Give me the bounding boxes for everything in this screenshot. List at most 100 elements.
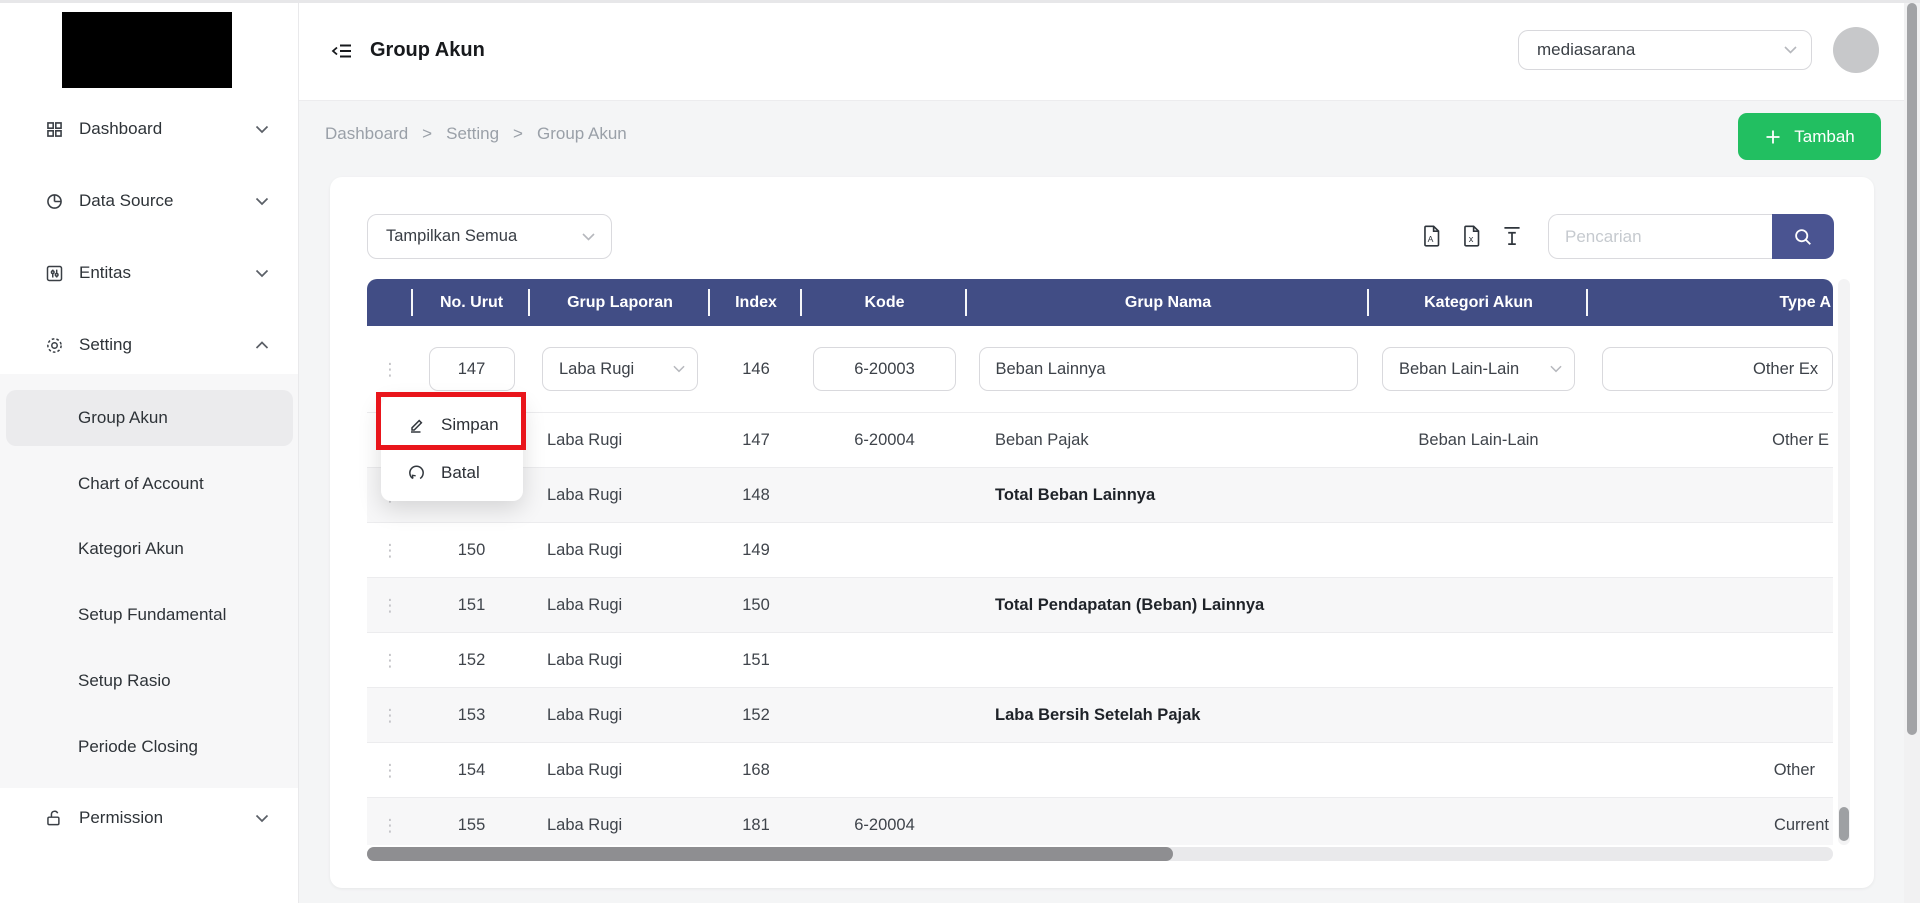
sidebar-item-setup-fundamental[interactable]: Setup Fundamental bbox=[0, 593, 298, 637]
no-urut-input[interactable]: 147 bbox=[428, 347, 515, 391]
filter-select[interactable]: Tampilkan Semua bbox=[367, 214, 612, 259]
row-drag-handle[interactable]: ⋮ bbox=[382, 762, 399, 779]
grup-laporan-select[interactable]: Laba Rugi bbox=[542, 347, 698, 391]
row-drag-handle[interactable]: ⋮ bbox=[382, 361, 399, 378]
batal-label: Batal bbox=[441, 463, 480, 482]
edit-pencil-icon bbox=[407, 415, 427, 435]
table-vertical-scrollbar bbox=[1838, 279, 1850, 845]
horizontal-scrollbar-thumb[interactable] bbox=[367, 847, 1173, 861]
col-index: Index bbox=[710, 279, 802, 326]
breadcrumb: Dashboard > Setting > Group Akun bbox=[325, 124, 627, 144]
chevron-up-icon bbox=[255, 340, 269, 350]
company-select-value: mediasarana bbox=[1537, 40, 1636, 59]
table-horizontal-scrollbar bbox=[367, 847, 1833, 861]
sidebar-item-setup-rasio[interactable]: Setup Rasio bbox=[0, 659, 298, 703]
sub-item-label: Periode Closing bbox=[78, 737, 199, 756]
page-title: Group Akun bbox=[370, 39, 485, 61]
kategori-akun-value: Beban Lain-Lain bbox=[1399, 359, 1520, 378]
col-type-akun: Type A bbox=[1779, 293, 1831, 311]
avatar[interactable] bbox=[1833, 27, 1879, 73]
sidebar-item-periode-closing[interactable]: Periode Closing bbox=[0, 725, 298, 769]
sidebar-item-data-source[interactable]: Data Source bbox=[0, 179, 299, 223]
simpan-label: Simpan bbox=[441, 415, 499, 434]
sidebar-item-dashboard[interactable]: Dashboard bbox=[0, 107, 299, 151]
sidebar-item-chart-of-account[interactable]: Chart of Account bbox=[0, 462, 298, 506]
row-drag-handle[interactable]: ⋮ bbox=[382, 707, 399, 724]
table-body: ⋮ Laba Rugi 147 6-20004 Beban Pajak Beba… bbox=[367, 413, 1833, 845]
export-excel-icon[interactable]: x bbox=[1458, 222, 1486, 250]
topbar: Group Akun mediasarana bbox=[299, 0, 1920, 101]
col-actions bbox=[367, 279, 413, 326]
row-drag-handle[interactable]: ⋮ bbox=[382, 652, 399, 669]
breadcrumb-setting[interactable]: Setting bbox=[446, 124, 499, 144]
vertical-scrollbar-thumb[interactable] bbox=[1839, 807, 1849, 841]
sidebar: Dashboard Data Source Entitas Setting Gr… bbox=[0, 0, 299, 903]
sub-item-label: Setup Rasio bbox=[78, 671, 171, 690]
chevron-down-icon bbox=[255, 814, 269, 823]
gear-icon bbox=[44, 335, 65, 356]
type-akun-input[interactable]: Other Ex bbox=[1602, 347, 1833, 391]
breadcrumb-separator: > bbox=[513, 124, 523, 143]
sub-item-label: Group Akun bbox=[78, 408, 168, 427]
table-row: ⋮ Laba Rugi 147 6-20004 Beban Pajak Beba… bbox=[367, 413, 1833, 468]
simpan-menu-item[interactable]: Simpan bbox=[381, 401, 523, 449]
page-scrollbar-thumb[interactable] bbox=[1907, 3, 1917, 735]
sidebar-item-label: Entitas bbox=[79, 263, 131, 282]
table-row: ⋮ 149 Laba Rugi 148 Total Beban Lainnya bbox=[367, 468, 1833, 523]
chevron-down-icon bbox=[1784, 46, 1797, 54]
search-button[interactable] bbox=[1772, 214, 1834, 259]
undo-icon bbox=[407, 463, 427, 483]
chevron-down-icon bbox=[582, 232, 595, 241]
svg-text:x: x bbox=[1469, 234, 1474, 244]
table-row: ⋮ 150 Laba Rugi 149 bbox=[367, 523, 1833, 578]
row-drag-handle[interactable]: ⋮ bbox=[382, 542, 399, 559]
search-input[interactable] bbox=[1548, 214, 1772, 259]
sub-item-label: Setup Fundamental bbox=[78, 605, 227, 624]
chevron-down-icon bbox=[255, 269, 269, 278]
sidebar-item-label: Setting bbox=[79, 335, 132, 354]
col-grup-nama: Grup Nama bbox=[967, 279, 1369, 326]
app-logo bbox=[62, 12, 232, 88]
breadcrumb-separator: > bbox=[422, 124, 433, 143]
sidebar-item-group-akun[interactable]: Group Akun bbox=[6, 390, 293, 446]
sidebar-item-permission[interactable]: Permission bbox=[0, 796, 299, 840]
sidebar-item-entitas[interactable]: Entitas bbox=[0, 251, 299, 295]
pie-chart-icon bbox=[44, 191, 65, 212]
page-scrollbar bbox=[1904, 0, 1920, 903]
row-drag-handle[interactable]: ⋮ bbox=[382, 597, 399, 614]
chevron-down-icon bbox=[663, 365, 685, 373]
setting-submenu: Group Akun Chart of Account Kategori Aku… bbox=[0, 374, 298, 788]
row-height-icon[interactable] bbox=[1498, 222, 1526, 250]
tambah-button[interactable]: Tambah bbox=[1738, 113, 1881, 160]
lock-icon bbox=[44, 808, 65, 829]
svg-text:A: A bbox=[1428, 234, 1434, 244]
table-row: ⋮ 154 Laba Rugi 168 Other bbox=[367, 743, 1833, 798]
sub-item-label: Kategori Akun bbox=[78, 539, 184, 558]
col-grup-laporan: Grup Laporan bbox=[530, 279, 710, 326]
kategori-akun-select[interactable]: Beban Lain-Lain bbox=[1382, 347, 1575, 391]
export-pdf-icon[interactable]: A bbox=[1418, 222, 1446, 250]
breadcrumb-group-akun[interactable]: Group Akun bbox=[537, 124, 627, 144]
company-select[interactable]: mediasarana bbox=[1518, 30, 1812, 70]
sidebar-item-label: Data Source bbox=[79, 191, 174, 210]
table-edit-row: ⋮ 147 Laba Rugi 146 6-20003 Beban Lainny… bbox=[367, 326, 1833, 413]
page-title-wrap: Group Akun bbox=[330, 0, 485, 101]
batal-menu-item[interactable]: Batal bbox=[381, 449, 523, 497]
kode-input[interactable]: 6-20003 bbox=[813, 347, 956, 391]
table: No. Urut Grup Laporan Index Kode Grup Na… bbox=[367, 279, 1833, 845]
grid-icon bbox=[44, 119, 65, 140]
breadcrumb-dashboard[interactable]: Dashboard bbox=[325, 124, 408, 144]
sidebar-item-kategori-akun[interactable]: Kategori Akun bbox=[0, 527, 298, 571]
sidebar-item-setting[interactable]: Setting bbox=[0, 323, 299, 367]
search-icon bbox=[1793, 227, 1813, 247]
col-kategori-akun: Kategori Akun bbox=[1369, 279, 1588, 326]
grup-laporan-value: Laba Rugi bbox=[559, 359, 635, 378]
grup-nama-input[interactable]: Beban Lainnya bbox=[978, 347, 1358, 391]
row-context-menu: Simpan Batal bbox=[381, 397, 523, 501]
tambah-label: Tambah bbox=[1794, 126, 1855, 146]
table-row: ⋮ 151 Laba Rugi 150 Total Pendapatan (Be… bbox=[367, 578, 1833, 633]
collapse-sidebar-icon[interactable] bbox=[330, 39, 354, 63]
row-drag-handle[interactable]: ⋮ bbox=[382, 817, 399, 834]
sliders-icon bbox=[44, 263, 65, 284]
sidebar-item-label: Dashboard bbox=[79, 119, 163, 138]
